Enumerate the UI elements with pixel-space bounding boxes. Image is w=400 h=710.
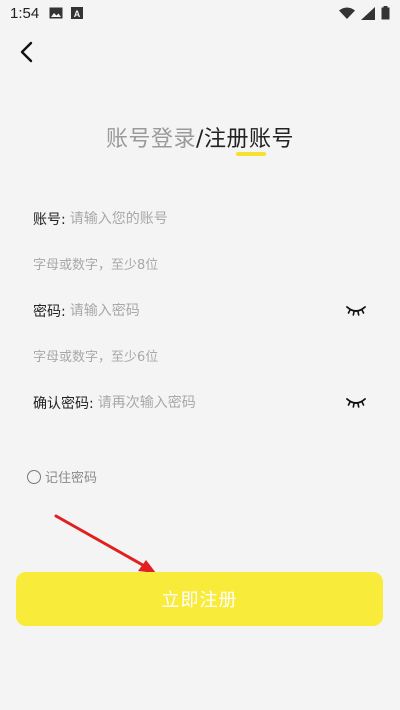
account-hint: 字母或数字，至少8位 [33,258,159,273]
register-now-button[interactable]: 立即注册 [16,572,383,626]
annotation-arrow [54,514,156,573]
battery-icon [381,6,390,20]
image-icon [49,7,63,19]
account-label: 账号: [33,212,66,228]
back-button[interactable] [12,40,40,68]
eye-closed-icon[interactable] [345,395,367,411]
password-field-row: 密码: [33,299,373,323]
svg-text:A: A [74,9,81,19]
chevron-left-icon [18,41,34,67]
account-field-row: 账号: [33,207,373,231]
password-label: 密码: [33,304,66,320]
tab-separator: / [196,127,204,152]
account-input[interactable] [65,211,373,227]
confirm-password-label: 确认密码: [33,396,94,412]
signal-icon [361,6,375,20]
tab-register[interactable]: 注册账号 [204,127,294,152]
remember-radio[interactable] [27,469,41,484]
remember-password-option[interactable]: 记住密码 [27,467,97,486]
tab-login[interactable]: 账号登录 [106,127,196,152]
wifi-icon [339,7,355,20]
password-hint: 字母或数字，至少6位 [33,350,159,365]
eye-closed-icon[interactable] [345,303,367,319]
status-bar: 1:54 A [0,0,400,26]
auth-tabs: 账号登录/注册账号 [0,121,400,153]
active-tab-indicator [236,152,266,156]
confirm-password-field-row: 确认密码: [33,391,373,415]
password-input[interactable] [65,303,345,319]
remember-label: 记住密码 [45,471,98,486]
confirm-password-input[interactable] [93,395,345,411]
a-badge-icon: A [71,7,84,19]
status-time: 1:54 [10,4,40,22]
